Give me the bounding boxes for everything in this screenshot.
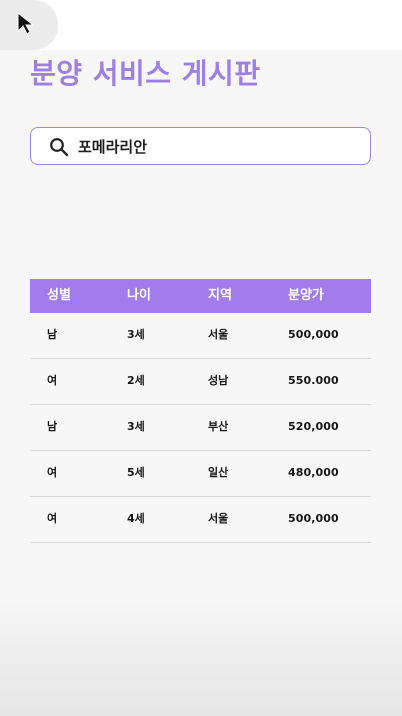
cell-region: 성남 xyxy=(208,374,229,387)
cell-age: 2세 xyxy=(127,374,145,387)
cell-region: 서울 xyxy=(208,512,229,525)
table-row[interactable]: 여 4세 서울 500,000 xyxy=(30,497,371,543)
table-row[interactable]: 남 3세 부산 520,000 xyxy=(30,405,371,451)
cell-price: 500,000 xyxy=(288,328,339,341)
column-header-region: 지역 xyxy=(208,288,232,303)
search-input[interactable] xyxy=(78,133,358,159)
cell-gender: 여 xyxy=(47,512,58,525)
table-row[interactable]: 여 5세 일산 480,000 xyxy=(30,451,371,497)
column-header-age: 나이 xyxy=(127,288,151,303)
cursor-overlay xyxy=(0,0,58,50)
cell-age: 3세 xyxy=(127,420,145,433)
search-icon[interactable] xyxy=(49,137,69,157)
cell-region: 서울 xyxy=(208,328,229,341)
cell-age: 3세 xyxy=(127,328,145,341)
cell-price: 520,000 xyxy=(288,420,339,433)
column-header-gender: 성별 xyxy=(47,288,71,303)
page-title: 분양 서비스 게시판 xyxy=(30,57,261,90)
cursor-icon xyxy=(17,12,35,35)
cell-gender: 여 xyxy=(47,466,58,479)
search-box[interactable] xyxy=(30,127,371,165)
table-header: 성별 나이 지역 분양가 xyxy=(30,279,371,313)
column-header-price: 분양가 xyxy=(288,288,324,303)
app-screen: 분양 서비스 게시판 성별 나이 지역 분양가 남 3세 서울 500,000 … xyxy=(0,0,402,716)
cell-gender: 여 xyxy=(47,374,58,387)
table-row[interactable]: 여 2세 성남 550.000 xyxy=(30,359,371,405)
cell-gender: 남 xyxy=(47,328,58,341)
cell-age: 5세 xyxy=(127,466,145,479)
cell-age: 4세 xyxy=(127,512,145,525)
table-row[interactable]: 남 3세 서울 500,000 xyxy=(30,313,371,359)
cell-region: 부산 xyxy=(208,420,229,433)
top-status-strip xyxy=(0,0,402,50)
cell-price: 550.000 xyxy=(288,374,339,387)
cell-gender: 남 xyxy=(47,420,58,433)
cell-price: 480,000 xyxy=(288,466,339,479)
adoption-table: 성별 나이 지역 분양가 남 3세 서울 500,000 여 2세 성남 550… xyxy=(30,279,371,543)
cell-price: 500,000 xyxy=(288,512,339,525)
cell-region: 일산 xyxy=(208,466,229,479)
